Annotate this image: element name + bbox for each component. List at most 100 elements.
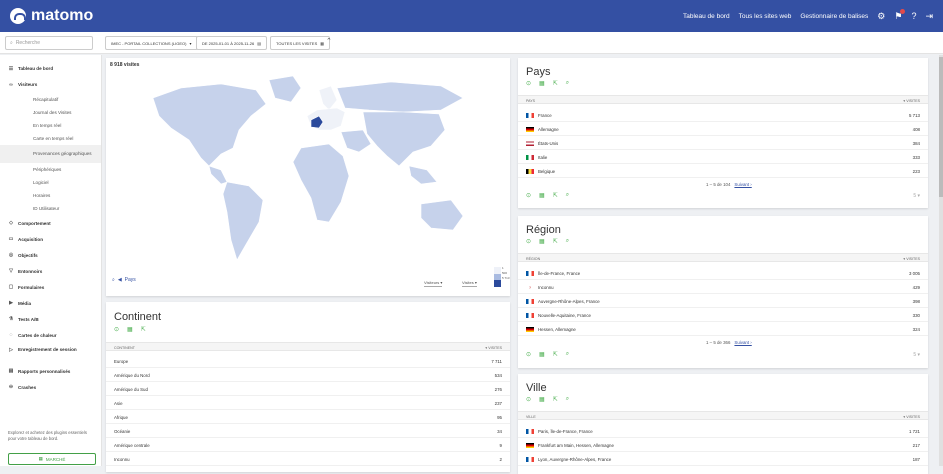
sidebar-item-funnels[interactable]: ▽ Entonnoirs: [0, 263, 101, 279]
period-selector[interactable]: DE 2025-01-01 À 2025-11-26 ▤: [196, 36, 267, 50]
table-row[interactable]: Nouvelle-Aquitaine, France 330: [518, 308, 928, 322]
table-row[interactable]: Amérique du Nord 534: [106, 368, 510, 382]
next-page-link[interactable]: Suivant ›: [734, 182, 751, 187]
sidebar-item-acquisition[interactable]: ▭ Acquisition: [0, 231, 101, 247]
visualization-icon[interactable]: ⊙: [114, 326, 119, 333]
table-row[interactable]: Océanie 34: [106, 424, 510, 438]
sidebar-item-goals[interactable]: ◎ Objectifs: [0, 247, 101, 263]
sidebar-subitem-times[interactable]: Horaires: [0, 189, 101, 202]
table-row[interactable]: Paris, Île-de-France, France 1 721: [518, 424, 928, 438]
table-row[interactable]: Amérique du Sud 276: [106, 382, 510, 396]
logout-icon[interactable]: ⇥: [925, 11, 933, 22]
search-icon[interactable]: ⌕: [566, 80, 569, 87]
page-scrollbar[interactable]: [939, 55, 943, 466]
map-scale-select[interactable]: Visites ▾: [462, 280, 477, 287]
table-row[interactable]: Île-de-France, France 3 005: [518, 266, 928, 280]
sidebar-subitem-locations[interactable]: Provenances géographiques: [0, 145, 101, 163]
map-metric-select[interactable]: Visiteurs ▾: [424, 280, 443, 287]
table-icon[interactable]: ▦: [539, 238, 545, 245]
column-header-visits[interactable]: ▾ VISITES: [903, 415, 920, 419]
sidebar-item-crashes[interactable]: ⊖ Crashes: [0, 379, 101, 395]
export-icon[interactable]: ⇱: [553, 80, 558, 87]
export-icon[interactable]: ⇱: [553, 351, 558, 358]
column-header-label[interactable]: PAYS: [526, 99, 535, 103]
table-row[interactable]: Inconnu 2: [106, 452, 510, 466]
help-icon[interactable]: ?: [911, 11, 916, 21]
table-row[interactable]: Amérique centrale 9: [106, 438, 510, 452]
table-row[interactable]: Afrique 95: [106, 410, 510, 424]
visualization-icon[interactable]: ⊙: [526, 192, 531, 199]
table-row[interactable]: Lyon, Auvergne-Rhône-Alpes, France 187: [518, 452, 928, 466]
table-row[interactable]: Europe 7 711: [106, 354, 510, 368]
settings-gear-icon[interactable]: ⚙: [877, 11, 885, 22]
table-row[interactable]: Hessen, Allemagne 324: [518, 322, 928, 336]
column-header-label[interactable]: VILLE: [526, 415, 536, 419]
period-selector-label: DE 2025-01-01 À 2025-11-26: [202, 40, 255, 46]
sidebar-item-dashboard[interactable]: ☰ Tableau de bord: [0, 63, 101, 74]
sidebar-item-heatmaps[interactable]: ◌ Cartes de chaleur: [0, 327, 101, 343]
table-icon[interactable]: ▦: [127, 326, 133, 333]
column-header-label[interactable]: RÉGION: [526, 257, 540, 261]
table-row[interactable]: Allemagne 408: [518, 122, 928, 136]
row-limit-select[interactable]: 5 ▾: [913, 193, 920, 199]
sidebar-subitem-software[interactable]: Logiciel: [0, 176, 101, 189]
sidebar-subitem-recap[interactable]: Récapitulatif: [0, 93, 101, 106]
export-icon[interactable]: ⇱: [553, 192, 558, 199]
visualization-icon[interactable]: ⊙: [526, 238, 531, 245]
column-header-visits[interactable]: ▾ VISITES: [485, 346, 502, 350]
nav-tag-manager[interactable]: Gestionnaire de balises: [800, 13, 868, 20]
search-icon[interactable]: ⌕: [566, 396, 569, 403]
sidebar-subitem-visits-log[interactable]: Journal des Visites: [0, 106, 101, 119]
notifications-icon[interactable]: ⚑: [894, 8, 906, 22]
column-header-visits[interactable]: ▾ VISITES: [903, 99, 920, 103]
export-icon[interactable]: ⇱: [553, 238, 558, 245]
sidebar-subitem-realtime-map[interactable]: Carte en temps réel: [0, 132, 101, 145]
table-row[interactable]: Frankfurt am Main, Hessen, Allemagne 217: [518, 438, 928, 452]
table-row[interactable]: Italie 333: [518, 150, 928, 164]
column-header-label[interactable]: CONTINENT: [114, 346, 135, 350]
next-page-link[interactable]: Suivant ›: [734, 340, 751, 345]
table-icon[interactable]: ▦: [539, 351, 545, 358]
collapse-chevron-icon[interactable]: ⌃: [326, 37, 332, 45]
matomo-logo[interactable]: matomo: [10, 7, 93, 25]
map-back-button[interactable]: ⌕ ◀ Pays: [112, 277, 136, 283]
search-input[interactable]: ⌕ Recherche: [5, 36, 93, 50]
scrollbar-thumb[interactable]: [939, 57, 943, 197]
search-icon[interactable]: ⌕: [566, 351, 569, 358]
sidebar-item-behaviour[interactable]: ◇ Comportement: [0, 215, 101, 231]
nav-all-sites[interactable]: Tous les sites web: [739, 13, 792, 20]
search-icon[interactable]: ⌕: [566, 238, 569, 245]
visualization-icon[interactable]: ⊙: [526, 80, 531, 87]
export-icon[interactable]: ⇱: [553, 396, 558, 403]
table-row[interactable]: États-Unis 384: [518, 136, 928, 150]
table-row[interactable]: France 5 713: [518, 108, 928, 122]
site-selector[interactable]: IMEC - PORTAIL COLLECTIONS (LIGEO) ▾: [105, 36, 198, 50]
sidebar-item-visitors[interactable]: ∞ Visiteurs: [0, 79, 101, 90]
table-icon[interactable]: ▦: [539, 396, 545, 403]
visualization-icon[interactable]: ⊙: [526, 396, 531, 403]
world-map[interactable]: [141, 70, 471, 265]
sidebar-item-media[interactable]: ▶ Média: [0, 295, 101, 311]
table-icon[interactable]: ▦: [539, 192, 545, 199]
table-row[interactable]: Belgique 223: [518, 164, 928, 178]
sidebar-item-session-recording[interactable]: ▷ Enregistrement de session: [0, 343, 101, 363]
sidebar-item-ab-tests[interactable]: ⚗ Tests A/B: [0, 311, 101, 327]
visualization-icon[interactable]: ⊙: [526, 351, 531, 358]
sidebar-subitem-realtime[interactable]: En temps réel: [0, 119, 101, 132]
search-icon[interactable]: ⌕: [566, 192, 569, 199]
table-row[interactable]: Asie 237: [106, 396, 510, 410]
table-icon[interactable]: ▦: [539, 80, 545, 87]
export-icon[interactable]: ⇱: [141, 326, 146, 333]
table-row[interactable]: ? Inconnu 429: [518, 280, 928, 294]
column-header-visits[interactable]: ▾ VISITES: [903, 257, 920, 261]
nav-dashboard[interactable]: Tableau de bord: [683, 13, 730, 20]
sidebar-item-forms[interactable]: ▢ Formulaires: [0, 279, 101, 295]
sidebar-item-custom-reports[interactable]: ▤ Rapports personnalisés: [0, 363, 101, 379]
sidebar-subitem-user-id[interactable]: ID Utilisateur: [0, 202, 101, 215]
row-limit-select[interactable]: 5 ▾: [913, 352, 920, 358]
sidebar-subitem-label: Logiciel: [33, 180, 49, 185]
segment-selector[interactable]: TOUTES LES VISITES ▦: [270, 36, 331, 50]
table-row[interactable]: Auvergne-Rhône-Alpes, France 398: [518, 294, 928, 308]
marketplace-button[interactable]: ▦ MARCHÉ: [8, 453, 96, 465]
sidebar-subitem-devices[interactable]: Périphériques: [0, 163, 101, 176]
